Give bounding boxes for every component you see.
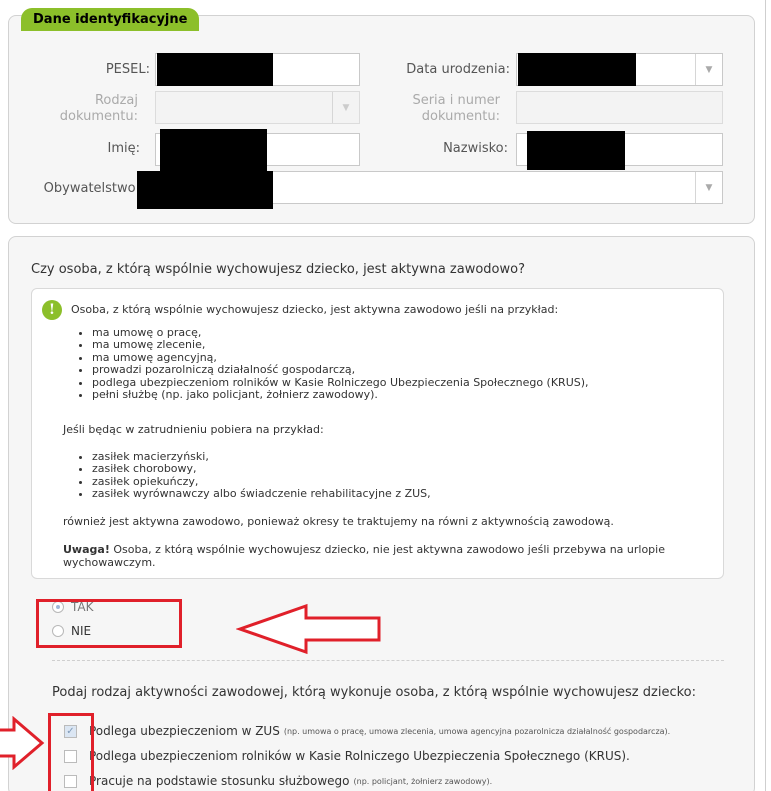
activity-question: Czy osoba, z którą wspólnie wychowujesz … bbox=[31, 262, 525, 277]
list-item: prowadzi pozarolniczą działalność gospod… bbox=[92, 363, 589, 376]
redaction bbox=[157, 53, 273, 86]
list-item: zasiłek chorobowy, bbox=[92, 462, 431, 475]
info-paragraph: również jest aktywna zawodowo, ponieważ … bbox=[63, 515, 614, 528]
scrollbar[interactable] bbox=[765, 0, 766, 791]
section-title: Dane identyfikacyjne bbox=[21, 8, 200, 31]
chevron-down-icon[interactable]: ▼ bbox=[695, 172, 722, 203]
redaction bbox=[137, 171, 273, 209]
info-icon: ! bbox=[42, 300, 62, 320]
activity-type-question: Podaj rodzaj aktywności zawodowej, którą… bbox=[52, 685, 696, 700]
list-item: pełni służbę (np. jako policjant, żołnie… bbox=[92, 388, 589, 401]
benefit-list: zasiłek macierzyński, zasiłek chorobowy,… bbox=[92, 450, 431, 501]
doc-series-input[interactable] bbox=[516, 91, 723, 124]
doc-series-label: Seria i numer dokumentu: bbox=[412, 93, 500, 124]
list-item: zasiłek wyrównawczy albo świadczenie reh… bbox=[92, 487, 431, 500]
activity-list: ma umowę o pracę, ma umowę zlecenie, ma … bbox=[92, 326, 589, 401]
redaction bbox=[160, 129, 267, 172]
annotation-box bbox=[36, 599, 182, 648]
checkbox-zus[interactable]: ✓ Podlega ubezpieczeniom w ZUS (np. umow… bbox=[64, 724, 670, 738]
doctype-label: Rodzaj dokumentu: bbox=[59, 93, 138, 124]
chevron-down-icon[interactable]: ▼ bbox=[332, 92, 359, 123]
separator bbox=[52, 660, 724, 661]
pesel-label: PESEL: bbox=[105, 62, 150, 77]
doctype-select[interactable]: ▼ bbox=[155, 91, 360, 124]
checkbox-krus[interactable]: Podlega ubezpieczeniom rolników w Kasie … bbox=[64, 749, 630, 763]
redaction bbox=[527, 131, 625, 170]
annotation-box bbox=[48, 713, 94, 791]
annotation-arrow-icon bbox=[236, 603, 381, 655]
info-paragraph: Jeśli będąc w zatrudnieniu pobiera na pr… bbox=[63, 423, 324, 436]
redaction bbox=[518, 53, 636, 86]
chevron-down-icon[interactable]: ▼ bbox=[695, 54, 722, 85]
citizenship-label: Obywatelstwo: bbox=[43, 181, 140, 196]
checkbox-service[interactable]: Pracuje na podstawie stosunku służbowego… bbox=[64, 774, 492, 788]
dob-label: Data urodzenia: bbox=[406, 62, 510, 77]
info-warning: Uwaga! Osoba, z którą wspólnie wychowuje… bbox=[63, 543, 665, 569]
annotation-arrow-icon bbox=[0, 716, 45, 770]
firstname-label: Imię: bbox=[107, 141, 141, 156]
list-item: ma umowę zlecenie, bbox=[92, 338, 589, 351]
info-box: ! Osoba, z którą wspólnie wychowujesz dz… bbox=[31, 288, 724, 579]
info-intro: Osoba, z którą wspólnie wychowujesz dzie… bbox=[71, 303, 559, 316]
lastname-label: Nazwisko: bbox=[443, 141, 508, 156]
